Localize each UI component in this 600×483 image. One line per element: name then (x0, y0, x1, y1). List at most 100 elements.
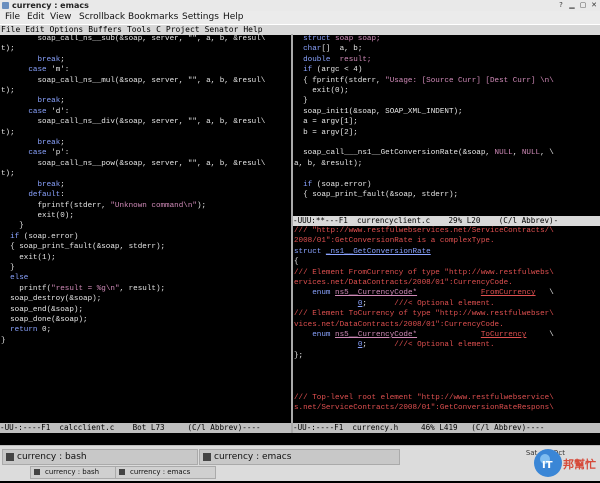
code-line[interactable]: printf("result = %g\n", result); (1, 284, 291, 294)
code-area[interactable]: /// "http://www.restfulwebservices.net/S… (293, 226, 600, 413)
maximize-icon[interactable]: ▢ (579, 1, 587, 9)
code-line[interactable]: t); (1, 44, 291, 54)
code-line[interactable]: 0; ///< Optional element. (294, 340, 600, 350)
code-line[interactable]: char[] a, b; (294, 44, 600, 54)
left-editor-pane[interactable]: soap_call_ns__sub(&soap, server, "", a, … (0, 34, 291, 423)
menu-view[interactable]: View (50, 11, 71, 24)
code-line[interactable]: { soap_print_fault(&soap, stderr); (294, 190, 600, 200)
emacs-menu-options[interactable]: Options (50, 25, 84, 34)
code-line[interactable]: /// Element FromCurrency of type "http:/… (294, 268, 600, 278)
code-line[interactable]: soap_call_ns__pow(&soap, server, "", a, … (1, 159, 291, 169)
code-line[interactable] (294, 382, 600, 392)
code-line[interactable]: return 0; (1, 325, 291, 335)
code-line[interactable]: case 'm': (1, 65, 291, 75)
code-line[interactable]: 2008/01":GetConversionRate is a complexT… (294, 236, 600, 246)
code-line[interactable]: soap_call_ns__sub(&soap, server, "", a, … (1, 34, 291, 44)
code-line[interactable]: }; (294, 351, 600, 361)
code-line[interactable]: exit(1); (1, 253, 291, 263)
code-line[interactable]: fprintf(stderr, "Unknown command\n"); (1, 201, 291, 211)
code-line[interactable]: t); (1, 86, 291, 96)
code-line[interactable]: t); (1, 169, 291, 179)
code-line[interactable]: soap_end(&soap); (1, 305, 291, 315)
emacs-menu-buffers[interactable]: Buffers (88, 25, 122, 34)
task-bash-small[interactable]: currency : bash (30, 466, 126, 479)
code-line[interactable]: else (1, 273, 291, 283)
code-line[interactable]: } (1, 263, 291, 273)
code-area[interactable]: soap_call_ns__sub(&soap, server, "", a, … (0, 34, 291, 346)
menu-help[interactable]: Help (223, 11, 244, 24)
code-line[interactable]: soap_call_ns__div(&soap, server, "", a, … (1, 117, 291, 127)
code-line[interactable]: double result; (294, 55, 600, 65)
emacs-menu-tools[interactable]: Tools (127, 25, 151, 34)
code-line[interactable]: enum ns5__CurrencyCode* ToCurrency \ (294, 330, 600, 340)
code-line[interactable]: vices.net/DataContracts/2008/01":Currenc… (294, 320, 600, 330)
menu-scrollback[interactable]: Scrollback (79, 11, 125, 24)
code-line[interactable]: exit(0); (1, 211, 291, 221)
code-line[interactable]: { fprintf(stderr, "Usage: [Source Curr] … (294, 76, 600, 86)
code-line[interactable]: if (soap.error) (1, 232, 291, 242)
code-line[interactable]: soap_destroy(&soap); (1, 294, 291, 304)
code-line[interactable]: break; (1, 96, 291, 106)
code-line[interactable]: enum ns5__CurrencyCode* FromCurrency \ (294, 288, 600, 298)
code-line[interactable]: break; (1, 138, 291, 148)
code-line[interactable]: if (argc < 4) (294, 65, 600, 75)
code-line[interactable]: break; (1, 55, 291, 65)
close-icon[interactable]: ✕ (590, 1, 598, 9)
code-line[interactable] (294, 169, 600, 179)
code-line[interactable] (294, 138, 600, 148)
emacs-menu-c[interactable]: C (156, 25, 161, 34)
code-line[interactable]: break; (1, 180, 291, 190)
code-token: ToCurrency (480, 331, 527, 340)
code-line[interactable]: case 'd': (1, 107, 291, 117)
menu-file[interactable]: File (5, 11, 20, 24)
code-line[interactable]: /// Element ToCurrency of type "http://w… (294, 309, 600, 319)
code-line[interactable]: soap_call_ns__mul(&soap, server, "", a, … (1, 76, 291, 86)
minibuffer[interactable] (0, 433, 600, 445)
code-line[interactable]: struct _ns1__GetConversionRate (294, 247, 600, 257)
menu-settings[interactable]: Settings (182, 11, 219, 24)
code-line[interactable]: exit(0); (294, 86, 600, 96)
minimize-icon[interactable]: ▁ (568, 1, 576, 9)
code-line[interactable]: t); (1, 128, 291, 138)
menu-edit[interactable]: Edit (27, 11, 44, 24)
code-line[interactable]: } (294, 96, 600, 106)
code-line[interactable]: default: (1, 190, 291, 200)
emacs-menu-edit[interactable]: Edit (25, 25, 44, 34)
code-line[interactable]: 0; ///< Optional element. (294, 299, 600, 309)
code-line[interactable]: { soap_print_fault(&soap, stderr); (1, 242, 291, 252)
right-bottom-editor-pane[interactable]: /// "http://www.restfulwebservices.net/S… (293, 226, 600, 423)
emacs-menu-help[interactable]: Help (243, 25, 262, 34)
code-line[interactable] (294, 361, 600, 371)
code-line[interactable]: if (soap.error) (294, 180, 600, 190)
code-line[interactable]: a = argv[1]; (294, 117, 600, 127)
code-line[interactable]: soap_init1(&soap, SOAP_XML_INDENT); (294, 107, 600, 117)
emacs-menu-senator[interactable]: Senator (205, 25, 239, 34)
code-line[interactable]: { (294, 257, 600, 267)
task-bash[interactable]: currency : bash (2, 449, 198, 465)
code-line[interactable]: soap_done(&soap); (1, 315, 291, 325)
task-emacs[interactable]: currency : emacs (199, 449, 400, 465)
emacs-menu-project[interactable]: Project (166, 25, 200, 34)
task-emacs-small[interactable]: currency : emacs (115, 466, 216, 479)
window-titlebar[interactable]: currency : emacs ? ▁ ▢ ✕ (0, 0, 600, 11)
code-line[interactable]: ervices.net/DataContracts/2008/01":Curre… (294, 278, 600, 288)
help-icon[interactable]: ? (557, 1, 565, 9)
code-line[interactable]: s.net/ServiceContracts/2008/01":GetConve… (294, 403, 600, 413)
emacs-menu-file[interactable]: File (1, 25, 20, 34)
code-line[interactable]: soap_call___ns1__GetConversionRate(&soap… (294, 148, 600, 158)
code-line[interactable]: struct soap soap; (294, 34, 600, 44)
code-line[interactable]: } (1, 221, 291, 231)
code-line[interactable]: } (1, 336, 291, 346)
code-line[interactable]: /// "http://www.restfulwebservices.net/S… (294, 226, 600, 236)
code-line[interactable]: b = argv[2]; (294, 128, 600, 138)
right-top-editor-pane[interactable]: struct soap soap; char[] a, b; double re… (293, 34, 600, 216)
code-line[interactable]: a, b, &result); (294, 159, 600, 169)
code-line[interactable]: case 'p': (1, 148, 291, 158)
code-area[interactable]: struct soap soap; char[] a, b; double re… (293, 34, 600, 201)
code-token: { soap_print_fault(&soap, stderr); (294, 191, 459, 200)
menu-bookmarks[interactable]: Bookmarks (128, 11, 178, 24)
code-line[interactable] (294, 372, 600, 382)
code-line[interactable]: /// Top-level root element "http://www.r… (294, 393, 600, 403)
